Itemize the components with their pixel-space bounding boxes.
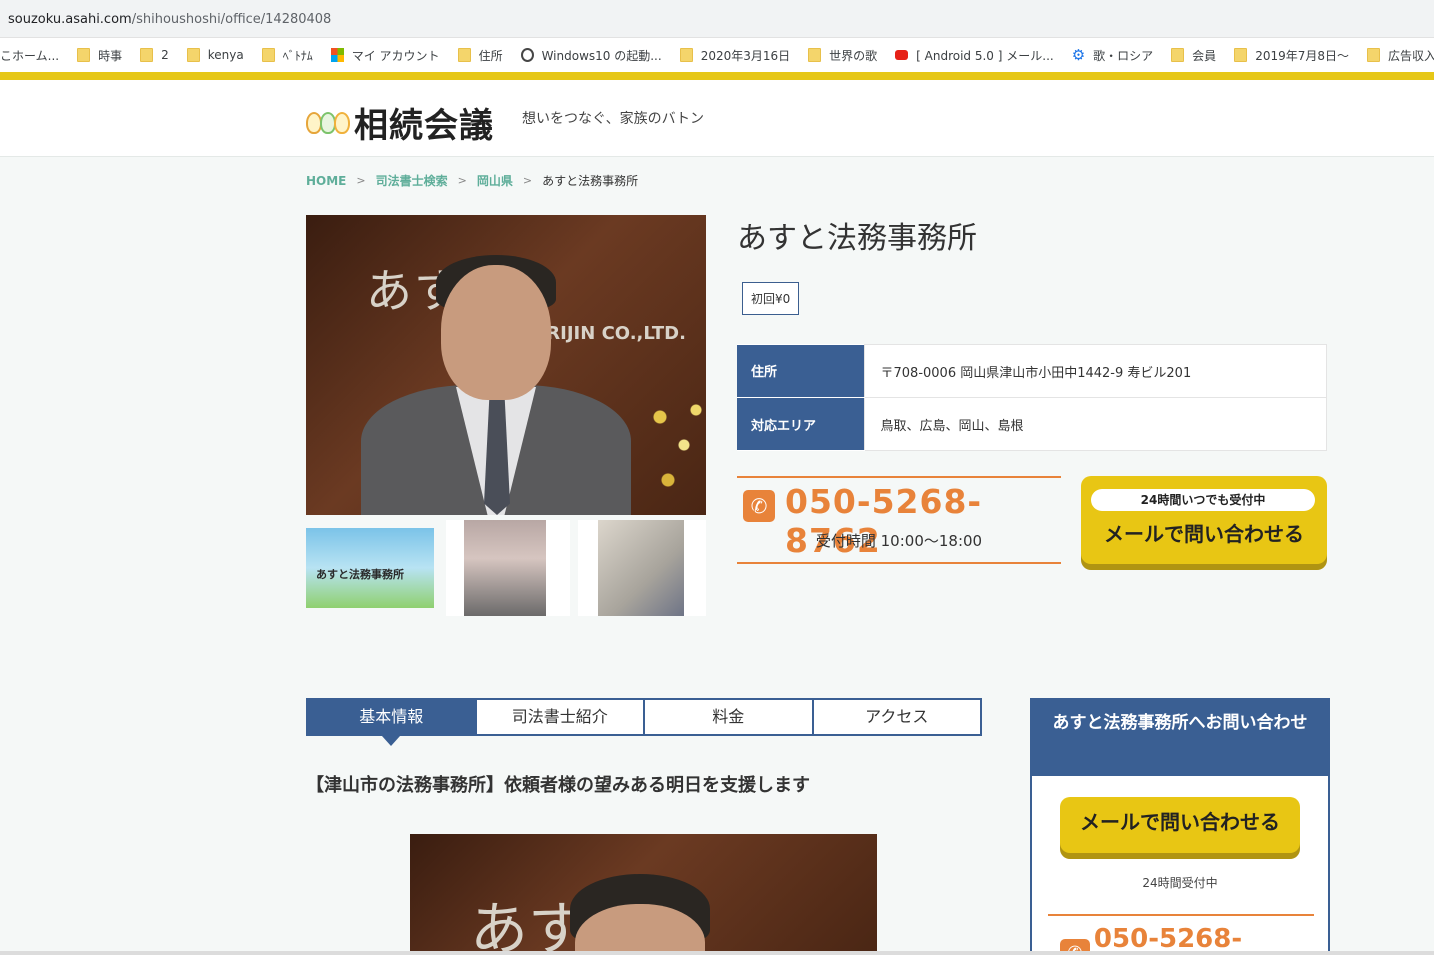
section-title: 【津山市の法務事務所】依頼者様の望みある明日を支援します: [306, 775, 810, 796]
breadcrumb-separator-icon: >: [356, 174, 366, 187]
gear-icon: ⚙: [1071, 45, 1086, 64]
office-info-table: 住所 〒708-0006 岡山県津山市小田中1442-9 寿ビル201 対応エリ…: [737, 344, 1327, 451]
bookmark-item[interactable]: こホーム...: [0, 47, 59, 64]
sidebar-mail-button[interactable]: メールで問い合わせる: [1060, 797, 1300, 853]
bookmark-label: kenya: [207, 48, 244, 62]
sidebar-title: あすと法務事務所へお問い合わせ: [1032, 700, 1328, 776]
tab-fees[interactable]: 料金: [643, 700, 812, 734]
breadcrumb-search-link[interactable]: 司法書士検索: [376, 172, 448, 189]
breadcrumb-separator-icon: >: [457, 174, 467, 187]
tab-basic-info[interactable]: 基本情報: [308, 700, 475, 746]
folder-icon: [261, 48, 275, 62]
site-tagline: 想いをつなぐ、家族のバトン: [522, 111, 704, 127]
sidebar-contact-panel: あすと法務事務所へお問い合わせ メールで問い合わせる 24時間受付中 ✆ 050…: [1030, 698, 1330, 955]
wordpress-icon: [520, 48, 534, 62]
office-main-photo[interactable]: あすと ORIJIN CO.,LTD.: [306, 215, 706, 515]
url-text[interactable]: souzoku.asahi.com/shihoushoshi/office/14…: [8, 12, 331, 27]
photo-sign-subtext: ORIJIN CO.,LTD.: [531, 323, 686, 344]
bookmark-label: 時事: [98, 48, 123, 63]
thumbnail-portrait-photo[interactable]: [578, 520, 706, 616]
folder-icon: [77, 48, 91, 62]
bookmark-item[interactable]: 2019年7月8日～: [1234, 47, 1349, 64]
thumbnail-logo-text: あすと法務事務所: [316, 568, 404, 581]
content-photo: あすと: [410, 834, 877, 955]
bookmark-item[interactable]: Windows10 の起動...: [520, 47, 662, 64]
bookmark-item[interactable]: kenya: [186, 48, 244, 62]
bookmark-item[interactable]: 広告収入: [1367, 47, 1434, 64]
folder-icon: [1171, 48, 1185, 62]
bookmark-label: 世界の歌: [829, 48, 878, 63]
bookmark-label: 2020年3月16日: [700, 48, 791, 63]
bookmark-item[interactable]: 会員: [1171, 47, 1216, 64]
bookmark-item[interactable]: 住所: [457, 47, 503, 64]
sidebar-24h-note: 24時間受付中: [1142, 876, 1218, 890]
phone-icon: ✆: [743, 490, 775, 522]
folder-icon: [140, 48, 154, 62]
bookmark-label: 2019年7月8日～: [1255, 48, 1349, 63]
mail-contact-label: メールで問い合わせる: [1104, 522, 1304, 546]
url-domain: souzoku.asahi.com: [8, 12, 132, 27]
thumbnail-logo-photo[interactable]: あすと法務事務所: [306, 528, 434, 608]
address-label: 住所: [737, 344, 864, 398]
tab-scrivener-intro[interactable]: 司法書士紹介: [474, 700, 643, 734]
url-path: /shihoushoshi/office/14280408: [131, 12, 332, 27]
folder-icon: [679, 48, 693, 62]
site-top-accent-bar: [0, 72, 1434, 80]
bookmark-item[interactable]: 2020年3月16日: [679, 47, 791, 64]
bookmark-label: 住所: [478, 48, 503, 63]
address-value: 〒708-0006 岡山県津山市小田中1442-9 寿ビル201: [863, 344, 1327, 398]
bookmark-item[interactable]: マイ アカウント: [330, 47, 440, 64]
bookmark-label: 会員: [1192, 48, 1217, 63]
first-consult-free-badge: 初回¥0: [742, 282, 800, 315]
bookmark-item[interactable]: ﾍﾞﾄﾅﾑ: [261, 47, 313, 64]
bottom-divider: [0, 951, 1434, 955]
bookmark-item[interactable]: 時事: [77, 47, 122, 64]
area-value: 鳥取、広島、岡山、島根: [863, 397, 1327, 451]
bookmark-item[interactable]: 世界の歌: [808, 47, 877, 64]
bookmark-item[interactable]: ⚙ 歌・ロシア: [1072, 47, 1153, 64]
photo-thumbnails: あすと法務事務所: [306, 520, 706, 616]
logo-text: 相続会議: [354, 106, 494, 146]
bookmark-label: 歌・ロシア: [1093, 48, 1154, 63]
table-row: 住所 〒708-0006 岡山県津山市小田中1442-9 寿ビル201: [737, 344, 1327, 398]
bookmark-label: [ Android 5.0 ] メール...: [916, 48, 1054, 63]
bookmark-label: こホーム...: [0, 48, 60, 63]
thumbnail-building-photo[interactable]: [446, 520, 570, 616]
mail-24h-pill: 24時間いつでも受付中: [1091, 489, 1315, 511]
folder-icon: [186, 48, 200, 62]
tab-access[interactable]: アクセス: [811, 700, 980, 734]
bookmarks-bar: こホーム... 時事 2 kenya ﾍﾞﾄﾅﾑ マイ アカウント 住所 Windows10 …: [0, 38, 1434, 72]
breadcrumb-home-link[interactable]: HOME: [306, 174, 346, 188]
microsoft-icon: [330, 48, 344, 62]
bookmark-label: 2: [161, 48, 169, 62]
breadcrumb-separator-icon: >: [522, 174, 533, 187]
folder-icon: [1367, 48, 1380, 62]
office-name-heading: あすと法務事務所: [737, 221, 977, 256]
bookmark-label: 広告収入: [1388, 48, 1434, 63]
bookmark-item[interactable]: 2: [140, 48, 169, 62]
site-logo[interactable]: 相続会議: [306, 98, 494, 147]
phone-contact-box: ✆ 050-5268-8762 受付時間 10:00～18:00: [737, 476, 1061, 564]
breadcrumb-current: あすと法務事務所: [542, 174, 639, 188]
bookmark-label: ﾍﾞﾄﾅﾑ: [282, 48, 313, 63]
table-row: 対応エリア 鳥取、広島、岡山、島根: [737, 397, 1327, 451]
mail-contact-button[interactable]: 24時間いつでも受付中 メールで問い合わせる: [1081, 476, 1327, 564]
bookmark-label: Windows10 の起動...: [541, 48, 662, 63]
address-bar[interactable]: souzoku.asahi.com/shihoushoshi/office/14…: [0, 0, 1434, 38]
breadcrumb-prefecture-link[interactable]: 岡山県: [477, 172, 513, 189]
folder-icon: [1234, 48, 1248, 62]
folder-icon: [808, 48, 822, 62]
area-label: 対応エリア: [737, 397, 864, 451]
site-header: 相続会議 想いをつなぐ、家族のバトン: [0, 80, 1434, 157]
folder-icon: [457, 48, 471, 62]
sidebar-phone: ✆ 050-5268-8762: [1048, 914, 1314, 955]
phone-hours: 受付時間 10:00～18:00: [815, 532, 983, 550]
bookmark-item[interactable]: [ Android 5.0 ] メール...: [895, 47, 1054, 64]
breadcrumb: HOME > 司法書士検索 > 岡山県 > あすと法務事務所: [306, 172, 638, 189]
logo-faces-icon: [306, 111, 350, 134]
bookmark-label: マイ アカウント: [351, 48, 440, 63]
youtube-icon: [895, 50, 909, 60]
office-tabs: 基本情報 司法書士紹介 料金 アクセス: [306, 698, 982, 746]
